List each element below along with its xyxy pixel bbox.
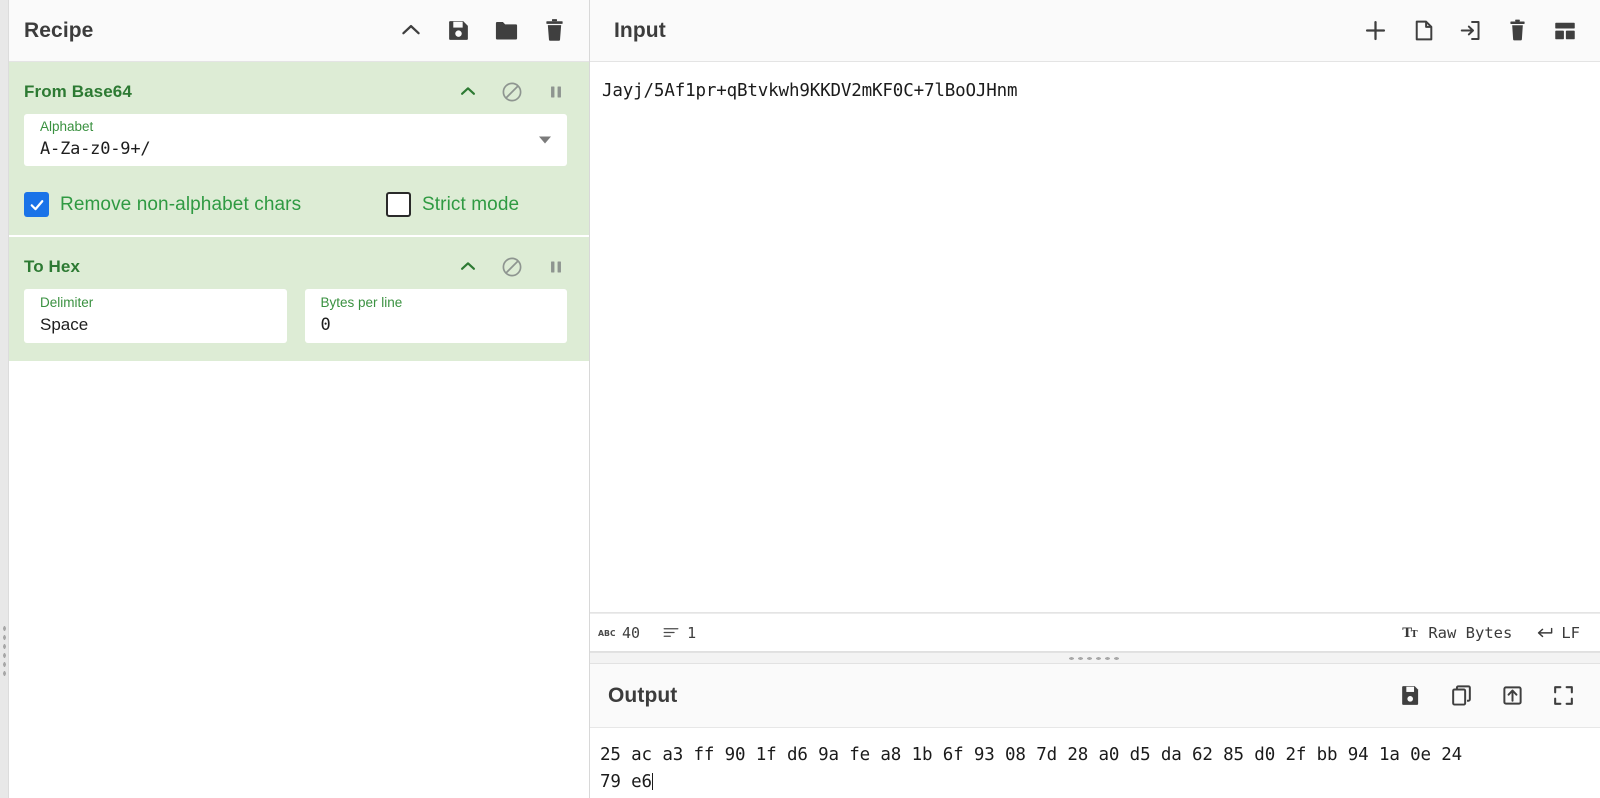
input-lines-value: 1 xyxy=(687,623,697,642)
line-count-icon xyxy=(662,625,680,640)
input-eol-group[interactable]: LF xyxy=(1535,624,1580,642)
output-header-actions xyxy=(1398,683,1576,708)
output-title: Output xyxy=(608,683,678,707)
operation-body: Delimiter Space Bytes per line 0 xyxy=(0,289,589,343)
output-textarea[interactable]: 25 ac a3 ff 90 1f d6 9a fe a8 1b 6f 93 0… xyxy=(590,728,1600,798)
checkbox-unchecked-icon[interactable] xyxy=(386,192,411,217)
recipe-operation-from-base64[interactable]: From Base64 Alphabet A-Za-z0-9+/ Remove … xyxy=(0,62,589,237)
character-encoding-icon: TT xyxy=(1402,624,1421,641)
recipe-operation-to-hex[interactable]: To Hex Delimiter Space Bytes per line 0 xyxy=(0,237,589,363)
save-recipe-icon[interactable] xyxy=(446,18,471,43)
bytes-per-line-label: Bytes per line xyxy=(320,295,403,311)
recipe-operation-list: From Base64 Alphabet A-Za-z0-9+/ Remove … xyxy=(0,62,589,581)
alphabet-value: A-Za-z0-9+/ xyxy=(40,138,151,159)
input-status-right: TT Raw Bytes LF xyxy=(1402,624,1596,642)
chevron-down-icon[interactable] xyxy=(539,136,551,144)
replace-input-with-output-icon[interactable] xyxy=(1500,683,1525,708)
operation-body: Alphabet A-Za-z0-9+/ Remove non-alphabet… xyxy=(0,114,589,217)
input-header-actions xyxy=(1362,17,1578,44)
pause-breakpoint-icon[interactable] xyxy=(545,81,567,103)
collapse-chevron-icon[interactable] xyxy=(457,81,479,103)
input-text: Jayj/5Af1pr+qBtvkwh9KKDV2mKF0C+7lBoOJHnm xyxy=(602,81,1018,101)
cyberchef-app: Recipe From Base64 Alphabet A-Za-z0-9+/ … xyxy=(0,0,1600,798)
recipe-header: Recipe xyxy=(0,0,589,62)
svg-text:T: T xyxy=(1411,629,1418,640)
strict-mode-checkbox[interactable]: Strict mode xyxy=(386,192,519,217)
operation-title: From Base64 xyxy=(24,82,132,101)
pause-breakpoint-icon[interactable] xyxy=(545,256,567,278)
collapse-chevron-icon[interactable] xyxy=(398,18,424,44)
output-header: Output xyxy=(590,664,1600,728)
delimiter-field[interactable]: Delimiter Space xyxy=(24,289,287,343)
output-line: 25 ac a3 ff 90 1f d6 9a fe a8 1b 6f 93 0… xyxy=(600,745,1463,765)
input-encoding-group[interactable]: TT Raw Bytes xyxy=(1402,623,1513,642)
operation-header: To Hex xyxy=(0,237,589,289)
load-recipe-icon[interactable] xyxy=(493,17,520,44)
input-length-group: ABC 40 xyxy=(598,624,640,642)
svg-text:ABC: ABC xyxy=(598,628,615,637)
from-base64-checkboxes: Remove non-alphabet chars Strict mode xyxy=(24,192,567,217)
recipe-header-actions xyxy=(398,17,567,44)
splitter-grip-icon[interactable] xyxy=(2,624,7,680)
clear-input-icon[interactable] xyxy=(1505,18,1530,43)
output-line-2: 79 e6 xyxy=(600,769,1590,796)
operation-actions xyxy=(457,80,567,104)
to-hex-fields: Delimiter Space Bytes per line 0 xyxy=(24,289,567,343)
checkbox-label: Strict mode xyxy=(422,193,520,215)
disable-operation-icon[interactable] xyxy=(500,80,524,104)
text-cursor xyxy=(651,773,654,791)
disable-operation-icon[interactable] xyxy=(500,255,524,279)
bytes-per-line-value: 0 xyxy=(320,314,331,335)
operation-header: From Base64 xyxy=(0,62,589,114)
operation-actions xyxy=(457,255,567,279)
open-file-icon[interactable] xyxy=(1411,18,1436,43)
output-section: Output 25 ac a3 ff 90 1f d6 9a fe a8 1b … xyxy=(590,664,1600,798)
checkbox-checked-icon[interactable] xyxy=(24,192,49,217)
maximise-output-icon[interactable] xyxy=(1551,683,1576,708)
bytes-per-line-field[interactable]: Bytes per line 0 xyxy=(304,289,567,343)
line-ending-icon xyxy=(1535,625,1554,640)
character-count-icon: ABC xyxy=(598,626,615,640)
checkbox-label: Remove non-alphabet chars xyxy=(60,193,302,215)
remove-non-alphabet-chars-checkbox[interactable]: Remove non-alphabet chars xyxy=(24,192,386,217)
copy-output-icon[interactable] xyxy=(1449,683,1474,708)
input-eol-value: LF xyxy=(1561,623,1580,642)
left-pane-splitter[interactable] xyxy=(0,0,9,798)
input-lines-group: 1 xyxy=(662,624,696,642)
splitter-grip-icon[interactable] xyxy=(1067,655,1123,661)
add-input-tab-icon[interactable] xyxy=(1362,17,1389,44)
output-line-2-text: 79 e6 xyxy=(600,772,652,793)
delimiter-label: Delimiter xyxy=(40,295,94,311)
input-textarea[interactable]: Jayj/5Af1pr+qBtvkwh9KKDV2mKF0C+7lBoOJHnm xyxy=(590,62,1600,613)
reset-pane-layout-icon[interactable] xyxy=(1552,18,1578,44)
input-title: Input xyxy=(614,18,666,42)
io-splitter[interactable] xyxy=(590,652,1600,664)
input-encoding-value: Raw Bytes xyxy=(1428,623,1513,642)
operation-title: To Hex xyxy=(24,257,81,276)
recipe-pane: Recipe From Base64 Alphabet A-Za-z0-9+/ … xyxy=(0,0,590,798)
recipe-title: Recipe xyxy=(24,18,94,42)
delimiter-value: Space xyxy=(40,314,89,334)
recipe-empty-area[interactable] xyxy=(0,580,589,798)
input-length-value: 40 xyxy=(622,623,641,642)
clear-recipe-icon[interactable] xyxy=(542,18,567,43)
input-status-bar: ABC 40 1 TT Raw Bytes LF xyxy=(590,613,1600,651)
collapse-chevron-icon[interactable] xyxy=(457,256,479,278)
alphabet-select[interactable]: Alphabet A-Za-z0-9+/ xyxy=(24,114,567,166)
io-pane: Input Jayj/5Af1pr+qBtvkwh9KKDV2mKF0C+7lB… xyxy=(590,0,1600,798)
alphabet-label: Alphabet xyxy=(40,119,94,135)
input-section: Input Jayj/5Af1pr+qBtvkwh9KKDV2mKF0C+7lB… xyxy=(590,0,1600,652)
save-output-icon[interactable] xyxy=(1398,683,1423,708)
open-folder-as-input-icon[interactable] xyxy=(1458,18,1483,43)
input-header: Input xyxy=(590,0,1600,62)
